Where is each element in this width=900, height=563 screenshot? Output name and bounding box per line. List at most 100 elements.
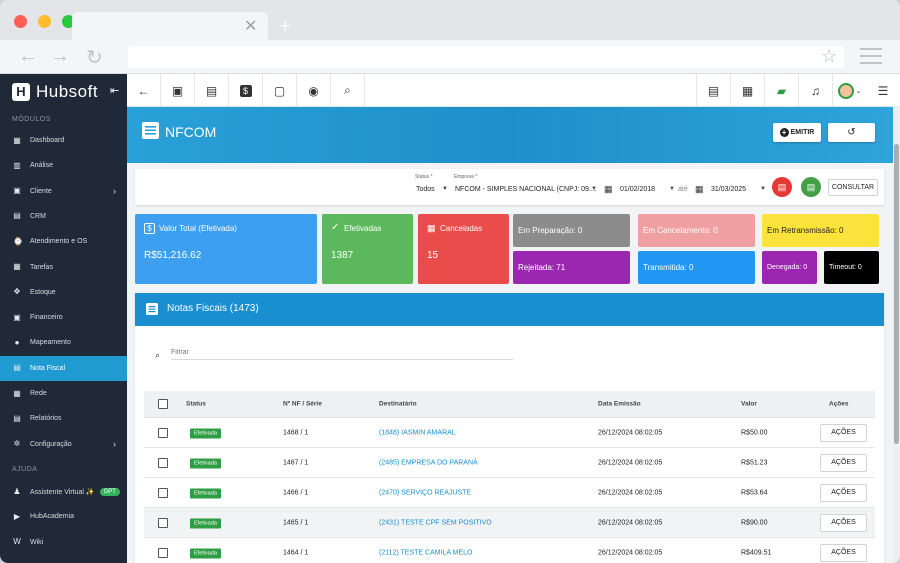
export-pdf-button[interactable]: ▤: [772, 177, 792, 197]
nf-serie: 1467 / 1: [283, 459, 309, 466]
finance-button[interactable]: $: [229, 74, 263, 107]
destinatario-link[interactable]: (2485) EMPRESA DO PARANÁ: [379, 459, 478, 466]
valor-total-value: R$51,216.62: [144, 250, 202, 261]
sidebar-item-atendimento-e-os[interactable]: ⌚ Atendimento e OS: [0, 229, 127, 254]
arrow-left-icon: ←: [137, 83, 150, 98]
em-cancelamento-tile: Em Cancelamento: 0: [638, 214, 755, 247]
browser-tab[interactable]: ✕: [72, 12, 268, 40]
back-arrow-icon[interactable]: ←: [18, 45, 38, 68]
pdf-button[interactable]: ▤: [696, 74, 730, 107]
destinatario-link[interactable]: (2431) TESTE CPF SEM POSITIVO: [379, 519, 492, 526]
select-all-checkbox[interactable]: [158, 399, 168, 409]
consultar-button[interactable]: CONSULTAR: [828, 179, 878, 196]
calendar-button[interactable]: ▦: [730, 74, 764, 107]
destinatario-link[interactable]: (2470) SERVIÇO REAJUSTE: [379, 489, 471, 496]
table-row[interactable]: Efetivada 1466 / 1 (2470) SERVIÇO REAJUSTE…: [144, 478, 875, 508]
notifications-button[interactable]: ♫: [798, 74, 832, 107]
sidebar-item-cliente[interactable]: ▣ Cliente ›: [0, 179, 127, 204]
calendar-from-icon[interactable]: ▦: [604, 184, 613, 195]
reload-icon[interactable]: ↻: [86, 45, 103, 70]
row-checkbox[interactable]: [158, 547, 168, 558]
calendar-clock-button[interactable]: ▤: [195, 74, 229, 107]
date-to-input[interactable]: 31/03/2025: [711, 186, 746, 193]
acoes-button[interactable]: AÇÕES: [820, 453, 867, 472]
contact-card-icon: ▣: [171, 83, 184, 98]
filter-input[interactable]: [171, 345, 513, 360]
user-menu[interactable]: ⌄: [832, 74, 866, 107]
sidebar-item-hubacademia[interactable]: ▶ HubAcademia: [0, 504, 127, 529]
table-row[interactable]: Efetivada 1464 / 1 (2112) TESTE CAMILA MEL…: [144, 538, 875, 563]
status-chevron-down-icon[interactable]: ▼: [442, 186, 448, 192]
col-status[interactable]: Status: [186, 401, 206, 408]
date-to-chevron-icon[interactable]: ▼: [760, 186, 766, 192]
calendar-to-icon[interactable]: ▦: [695, 184, 704, 195]
acoes-button[interactable]: AÇÕES: [820, 543, 867, 562]
col-valor[interactable]: Valor: [741, 401, 757, 408]
sidebar-item-tarefas[interactable]: ▦ Tarefas: [0, 255, 127, 280]
col-nf-serie[interactable]: Nº NF / Série: [283, 401, 322, 408]
history-button[interactable]: ↺: [828, 123, 875, 142]
destinatario-link[interactable]: (2112) TESTE CAMILA MELO: [379, 549, 473, 556]
hubsoft-logo[interactable]: H Hubsoft: [12, 81, 98, 103]
col-data-emissao[interactable]: Data Emissão: [598, 401, 641, 408]
destinatario-link[interactable]: (1848) IASMIN AMARAL: [379, 429, 456, 436]
page-scrollbar[interactable]: [893, 107, 900, 563]
search-button[interactable]: ⌕: [331, 74, 365, 107]
sidebar-item-crm[interactable]: ▤ CRM: [0, 204, 127, 229]
empresa-filter-select[interactable]: NFCOM - SIMPLES NACIONAL (CNPJ: 09....: [455, 186, 597, 193]
sidebar-item-label: Configuração: [30, 440, 72, 448]
sidebar-item-nota-fiscal[interactable]: ▤ Nota Fiscal: [0, 355, 127, 381]
efetivadas-value: 1387: [331, 250, 354, 261]
sidebar-item-estoque[interactable]: ✥ Estoque: [0, 280, 127, 305]
tab-close-icon[interactable]: ✕: [244, 16, 257, 36]
col-destinatario[interactable]: Destinatário: [379, 401, 417, 408]
client-search-button[interactable]: ▣: [161, 74, 195, 107]
check-icon: ✓: [331, 222, 340, 233]
scrollbar-thumb[interactable]: [894, 144, 899, 444]
sidebar-item-an-lise[interactable]: ▥ Análise: [0, 153, 127, 178]
sidebar-item-assistente-virtual[interactable]: ♟ Assistente Virtual ✨ GPT: [0, 479, 127, 504]
sidebar-item-relat-rios[interactable]: ▤ Relatórios: [0, 406, 127, 431]
sidebar-item-financeiro[interactable]: ▣ Financeiro: [0, 305, 127, 330]
forward-arrow-icon[interactable]: →: [50, 45, 70, 68]
bookmark-star-icon[interactable]: ☆: [821, 46, 837, 67]
network-icon: ▦: [13, 388, 21, 398]
row-checkbox[interactable]: [158, 517, 168, 528]
url-field[interactable]: [128, 46, 844, 68]
status-filter-select[interactable]: Todos: [416, 186, 435, 193]
sidebar-item-label: Rede: [30, 390, 47, 397]
date-from-chevron-icon[interactable]: ▼: [669, 186, 675, 192]
sidebar-item-mapeamento[interactable]: ● Mapeamento: [0, 330, 127, 355]
chevron-right-icon: ›: [113, 439, 116, 450]
back-button[interactable]: ←: [127, 74, 161, 107]
empresa-chevron-down-icon[interactable]: ▼: [591, 186, 597, 192]
close-window-dot[interactable]: [14, 15, 27, 28]
view-button[interactable]: ◉: [297, 74, 331, 107]
new-tab-icon[interactable]: +: [280, 16, 291, 37]
collapse-sidebar-icon[interactable]: ⇤: [110, 84, 119, 97]
acoes-button[interactable]: AÇÕES: [820, 423, 867, 442]
sidebar-item-wiki[interactable]: W Wiki: [0, 530, 127, 555]
table-row[interactable]: Efetivada 1465 / 1 (2431) TESTE CPF SEM PO…: [144, 508, 875, 538]
export-excel-button[interactable]: ▤: [801, 177, 821, 197]
browser-menu-icon[interactable]: [860, 48, 882, 69]
data-emissao: 26/12/2024 08:02:05: [598, 429, 663, 436]
sidebar-item-rede[interactable]: ▦ Rede: [0, 381, 127, 406]
table-row[interactable]: Efetivada 1467 / 1 (2485) EMPRESA DO PARAN…: [144, 448, 875, 478]
chat-button[interactable]: ▰: [764, 74, 798, 107]
acoes-button[interactable]: AÇÕES: [820, 513, 867, 532]
minimize-window-dot[interactable]: [38, 15, 51, 28]
crm-icon: ▤: [13, 211, 21, 221]
table-row[interactable]: Efetivada 1468 / 1 (1848) IASMIN AMARAL 26/…: [144, 418, 875, 448]
chevron-right-icon: ›: [113, 186, 116, 197]
emitir-button[interactable]: + EMITIR: [773, 123, 821, 142]
row-checkbox[interactable]: [158, 457, 168, 468]
acoes-button[interactable]: AÇÕES: [820, 483, 867, 502]
date-from-input[interactable]: 01/02/2018: [620, 186, 655, 193]
sidebar-item-configura-o[interactable]: ✲ Configuração ›: [0, 432, 127, 457]
terminal-button[interactable]: ▢: [263, 74, 297, 107]
row-checkbox[interactable]: [158, 487, 168, 498]
list-menu-button[interactable]: ☰: [866, 74, 900, 107]
sidebar-item-dashboard[interactable]: ▦ Dashboard: [0, 128, 127, 153]
row-checkbox[interactable]: [158, 427, 168, 438]
